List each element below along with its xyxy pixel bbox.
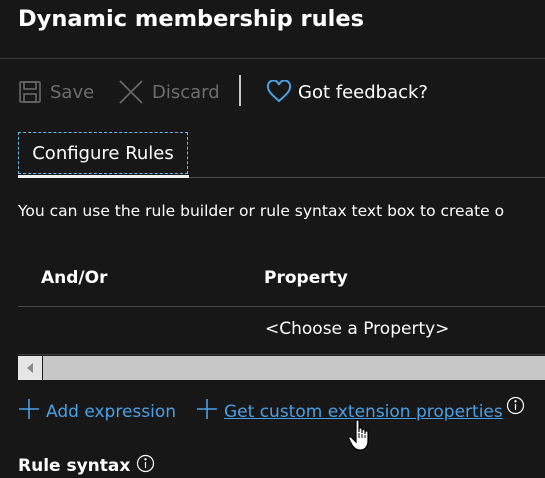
discard-button[interactable]: Discard — [118, 78, 220, 106]
scroll-left-button[interactable] — [18, 356, 42, 380]
info-icon[interactable] — [506, 396, 525, 419]
plus-icon — [18, 398, 40, 425]
scrollbar-thumb[interactable] — [43, 356, 545, 380]
save-button[interactable]: Save — [18, 78, 94, 106]
feedback-button[interactable]: Got feedback? — [266, 78, 428, 106]
tab-label: Configure Rules — [32, 142, 174, 164]
table-header-divider — [18, 306, 545, 307]
discard-label: Discard — [152, 81, 220, 103]
rule-syntax-label: Rule syntax — [18, 456, 131, 476]
toolbar-separator — [239, 75, 241, 106]
heart-icon — [266, 80, 292, 104]
column-header-property: Property — [264, 268, 348, 288]
tab-configure-rules[interactable]: Configure Rules — [18, 132, 188, 174]
hand-cursor — [348, 419, 374, 457]
add-expression-label: Add expression — [46, 401, 177, 422]
plus-icon — [196, 398, 218, 425]
add-expression-button[interactable]: Add expression — [18, 398, 176, 425]
scroll-left-icon — [25, 359, 35, 378]
info-icon[interactable] — [130, 454, 155, 478]
discard-icon — [118, 79, 144, 105]
title-divider — [0, 58, 545, 59]
save-label: Save — [50, 81, 95, 103]
column-header-and-or: And/Or — [41, 268, 108, 288]
description-text: You can use the rule builder or rule syn… — [18, 202, 505, 220]
rule-syntax-heading: Rule syntax — [18, 454, 155, 478]
page-title: Dynamic membership rules — [18, 6, 365, 32]
tab-selected-indicator — [18, 175, 189, 178]
feedback-label: Got feedback? — [298, 81, 428, 103]
save-icon — [18, 80, 42, 104]
property-dropdown[interactable]: <Choose a Property> — [265, 319, 449, 339]
